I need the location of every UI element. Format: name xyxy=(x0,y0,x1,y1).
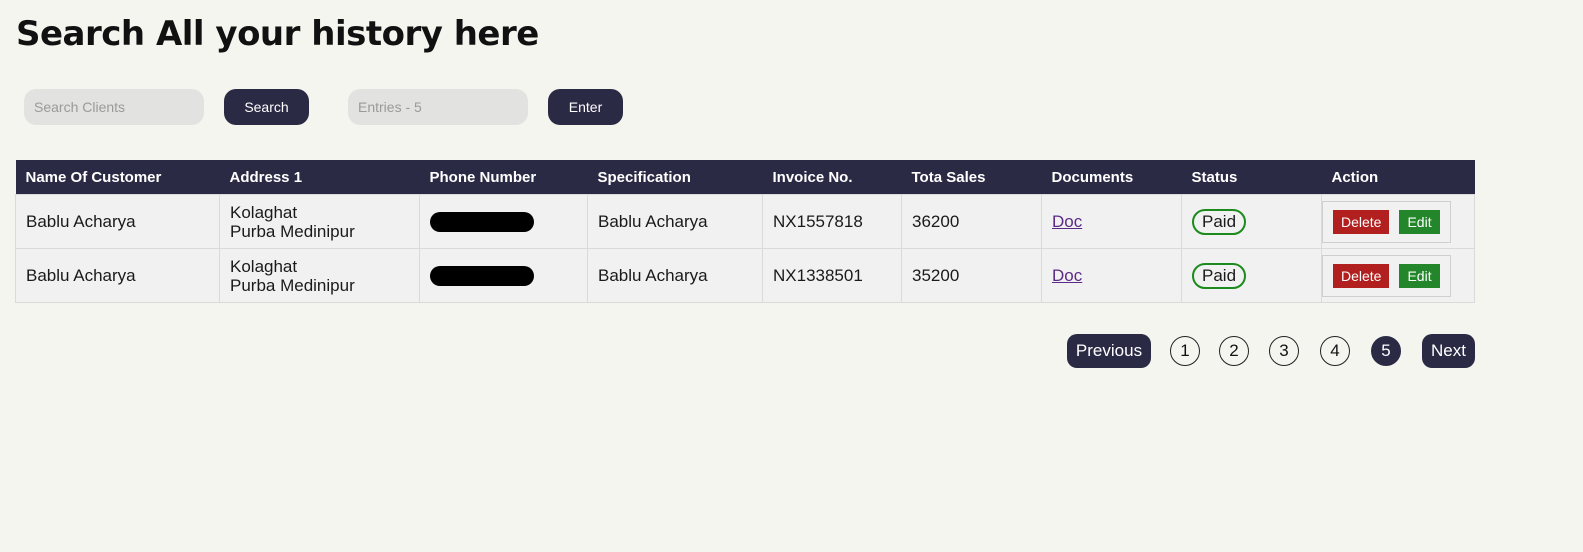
col-status: Status xyxy=(1181,160,1322,195)
next-button[interactable]: Next xyxy=(1422,334,1475,368)
address-line1: Kolaghat xyxy=(230,256,298,276)
page-button-5[interactable]: 5 xyxy=(1371,336,1401,366)
phone-cell xyxy=(419,248,588,303)
address-line1: Kolaghat xyxy=(230,202,298,222)
page-button-1[interactable]: 1 xyxy=(1170,336,1200,366)
table-header-row: Name Of Customer Address 1 Phone Number … xyxy=(15,160,1475,195)
page-button-4[interactable]: 4 xyxy=(1320,336,1350,366)
page-title: Search All your history here xyxy=(16,14,539,54)
specification-cell: Bablu Acharya xyxy=(587,248,763,303)
entries-input[interactable] xyxy=(348,89,528,125)
col-name-of-customer: Name Of Customer xyxy=(15,160,220,195)
specification-cell: Bablu Acharya xyxy=(587,194,763,249)
customer-name-cell: Bablu Acharya xyxy=(15,194,220,249)
customer-name-cell: Bablu Acharya xyxy=(15,248,220,303)
action-cell: Delete Edit xyxy=(1321,194,1475,249)
delete-button[interactable]: Delete xyxy=(1333,209,1390,234)
status-badge: Paid xyxy=(1192,208,1247,235)
col-specification: Specification xyxy=(587,160,763,195)
enter-button[interactable]: Enter xyxy=(548,89,623,125)
sales-cell: 35200 xyxy=(901,248,1042,303)
action-group: Delete Edit xyxy=(1322,254,1451,297)
edit-button[interactable]: Edit xyxy=(1399,263,1440,288)
table-row: Bablu Acharya Kolaghat Purba Medinipur B… xyxy=(15,248,1475,303)
col-documents: Documents xyxy=(1041,160,1182,195)
delete-button[interactable]: Delete xyxy=(1333,263,1390,288)
history-table: Name Of Customer Address 1 Phone Number … xyxy=(15,160,1475,303)
sales-cell: 36200 xyxy=(901,194,1042,249)
col-phone-number: Phone Number xyxy=(419,160,588,195)
invoice-cell: NX1557818 xyxy=(762,194,902,249)
previous-button[interactable]: Previous xyxy=(1067,334,1151,368)
search-input[interactable] xyxy=(24,89,204,125)
col-total-sales: Tota Sales xyxy=(901,160,1042,195)
phone-redaction xyxy=(430,265,534,286)
table-row: Bablu Acharya Kolaghat Purba Medinipur B… xyxy=(15,194,1475,249)
address-cell: Kolaghat Purba Medinipur xyxy=(219,248,420,303)
page-button-3[interactable]: 3 xyxy=(1269,336,1299,366)
edit-button[interactable]: Edit xyxy=(1399,209,1440,234)
col-action: Action xyxy=(1321,160,1475,195)
col-invoice-no: Invoice No. xyxy=(762,160,902,195)
status-cell: Paid xyxy=(1181,248,1322,303)
status-badge: Paid xyxy=(1192,262,1247,289)
documents-cell: Doc xyxy=(1041,194,1182,249)
action-group: Delete Edit xyxy=(1322,200,1451,243)
address-line2: Purba Medinipur xyxy=(230,221,355,241)
page-button-2[interactable]: 2 xyxy=(1219,336,1249,366)
documents-cell: Doc xyxy=(1041,248,1182,303)
col-address: Address 1 xyxy=(219,160,420,195)
doc-link[interactable]: Doc xyxy=(1052,212,1082,231)
search-button[interactable]: Search xyxy=(224,89,309,125)
address-cell: Kolaghat Purba Medinipur xyxy=(219,194,420,249)
status-cell: Paid xyxy=(1181,194,1322,249)
address-line2: Purba Medinipur xyxy=(230,275,355,295)
action-cell: Delete Edit xyxy=(1321,248,1475,303)
invoice-cell: NX1338501 xyxy=(762,248,902,303)
doc-link[interactable]: Doc xyxy=(1052,266,1082,285)
phone-redaction xyxy=(430,211,534,232)
phone-cell xyxy=(419,194,588,249)
